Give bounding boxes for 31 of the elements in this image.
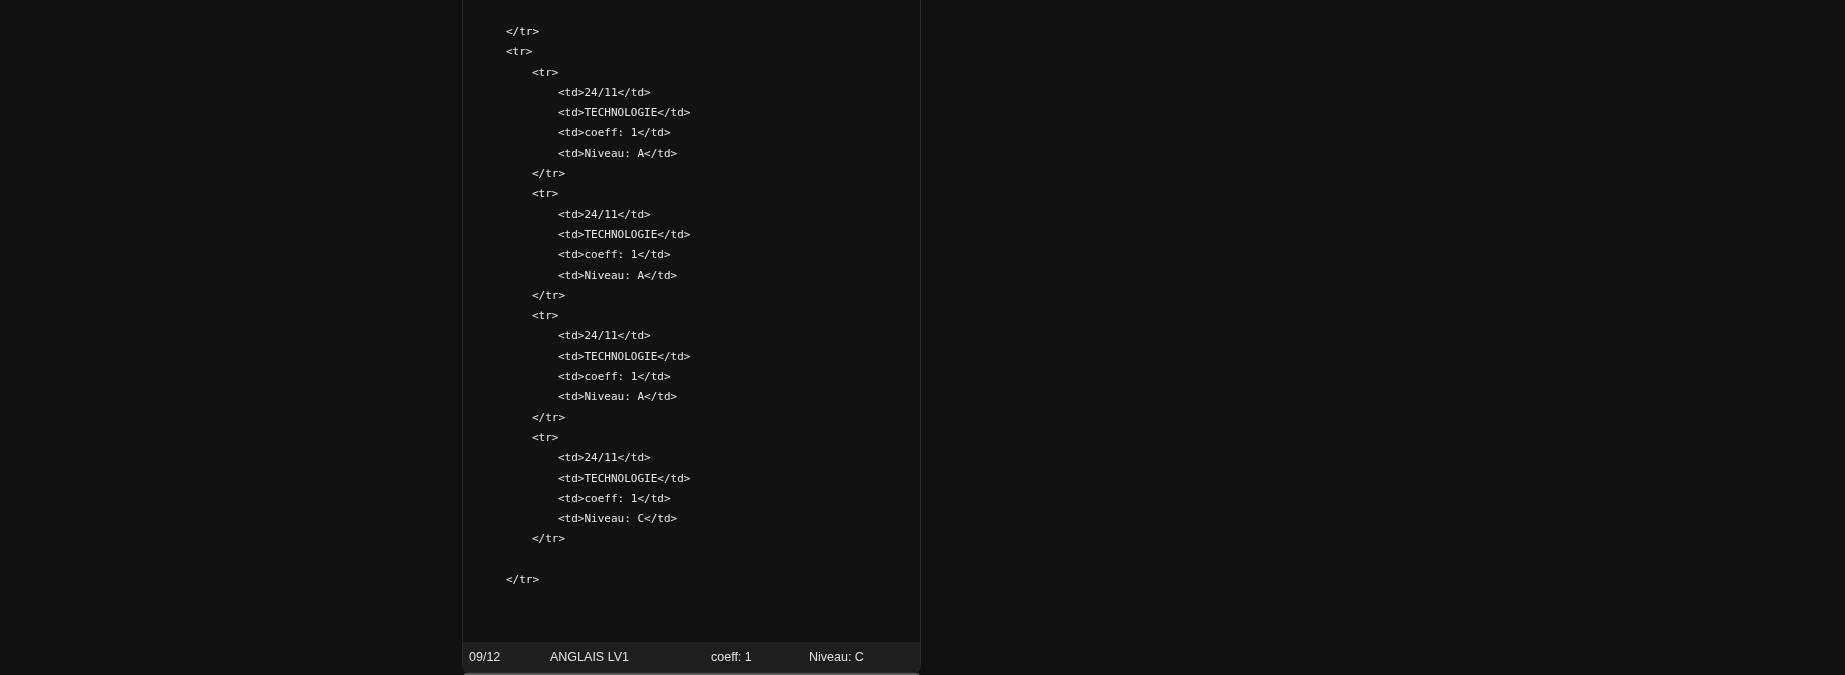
- code-line: <td>TECHNOLOGIE</td>: [558, 470, 691, 487]
- code-line: <td>TECHNOLOGIE</td>: [558, 105, 691, 122]
- code-line: <td>TECHNOLOGIE</td>: [558, 348, 691, 365]
- code-line: <td>24/11</td>: [558, 450, 651, 467]
- subject-text: ANGLAIS LV1: [550, 648, 630, 666]
- code-line: <tr>: [532, 308, 559, 325]
- coefficient-text: coeff: 1: [711, 648, 753, 666]
- code-line: <td>Niveau: A</td>: [558, 145, 678, 162]
- code-line: <td>Niveau: A</td>: [558, 267, 678, 284]
- code-line: <td>Niveau: A</td>: [558, 389, 678, 406]
- code-line: <tr>: [532, 186, 559, 203]
- code-line: <td>TECHNOLOGIE</td>: [558, 226, 691, 243]
- code-line: <tr>: [532, 429, 559, 446]
- code-line: </tr>: [506, 24, 540, 40]
- code-line: <td>coeff: 1</td>: [558, 369, 671, 386]
- code-line: <tr>: [506, 44, 533, 61]
- level-text: Niveau: C: [809, 648, 864, 666]
- date-text: 09/12: [469, 648, 502, 666]
- code-line: <tr>: [532, 64, 559, 81]
- code-line: </tr>: [532, 287, 566, 304]
- code-line: <td>24/11</td>: [558, 84, 651, 101]
- code-line: <td>24/11</td>: [558, 328, 651, 345]
- code-line: </tr>: [532, 166, 566, 183]
- code-line: </tr>: [532, 531, 566, 548]
- code-line: </tr>: [532, 409, 566, 426]
- code-line: <td>coeff: 1</td>: [558, 125, 671, 142]
- code-line: <td>coeff: 1</td>: [558, 490, 671, 507]
- code-line: <td>Niveau: C</td>: [558, 511, 678, 528]
- code-line: <td>24/11</td>: [558, 206, 651, 223]
- code-line: </tr>: [506, 572, 540, 588]
- code-line: <td>coeff: 1</td>: [558, 247, 671, 264]
